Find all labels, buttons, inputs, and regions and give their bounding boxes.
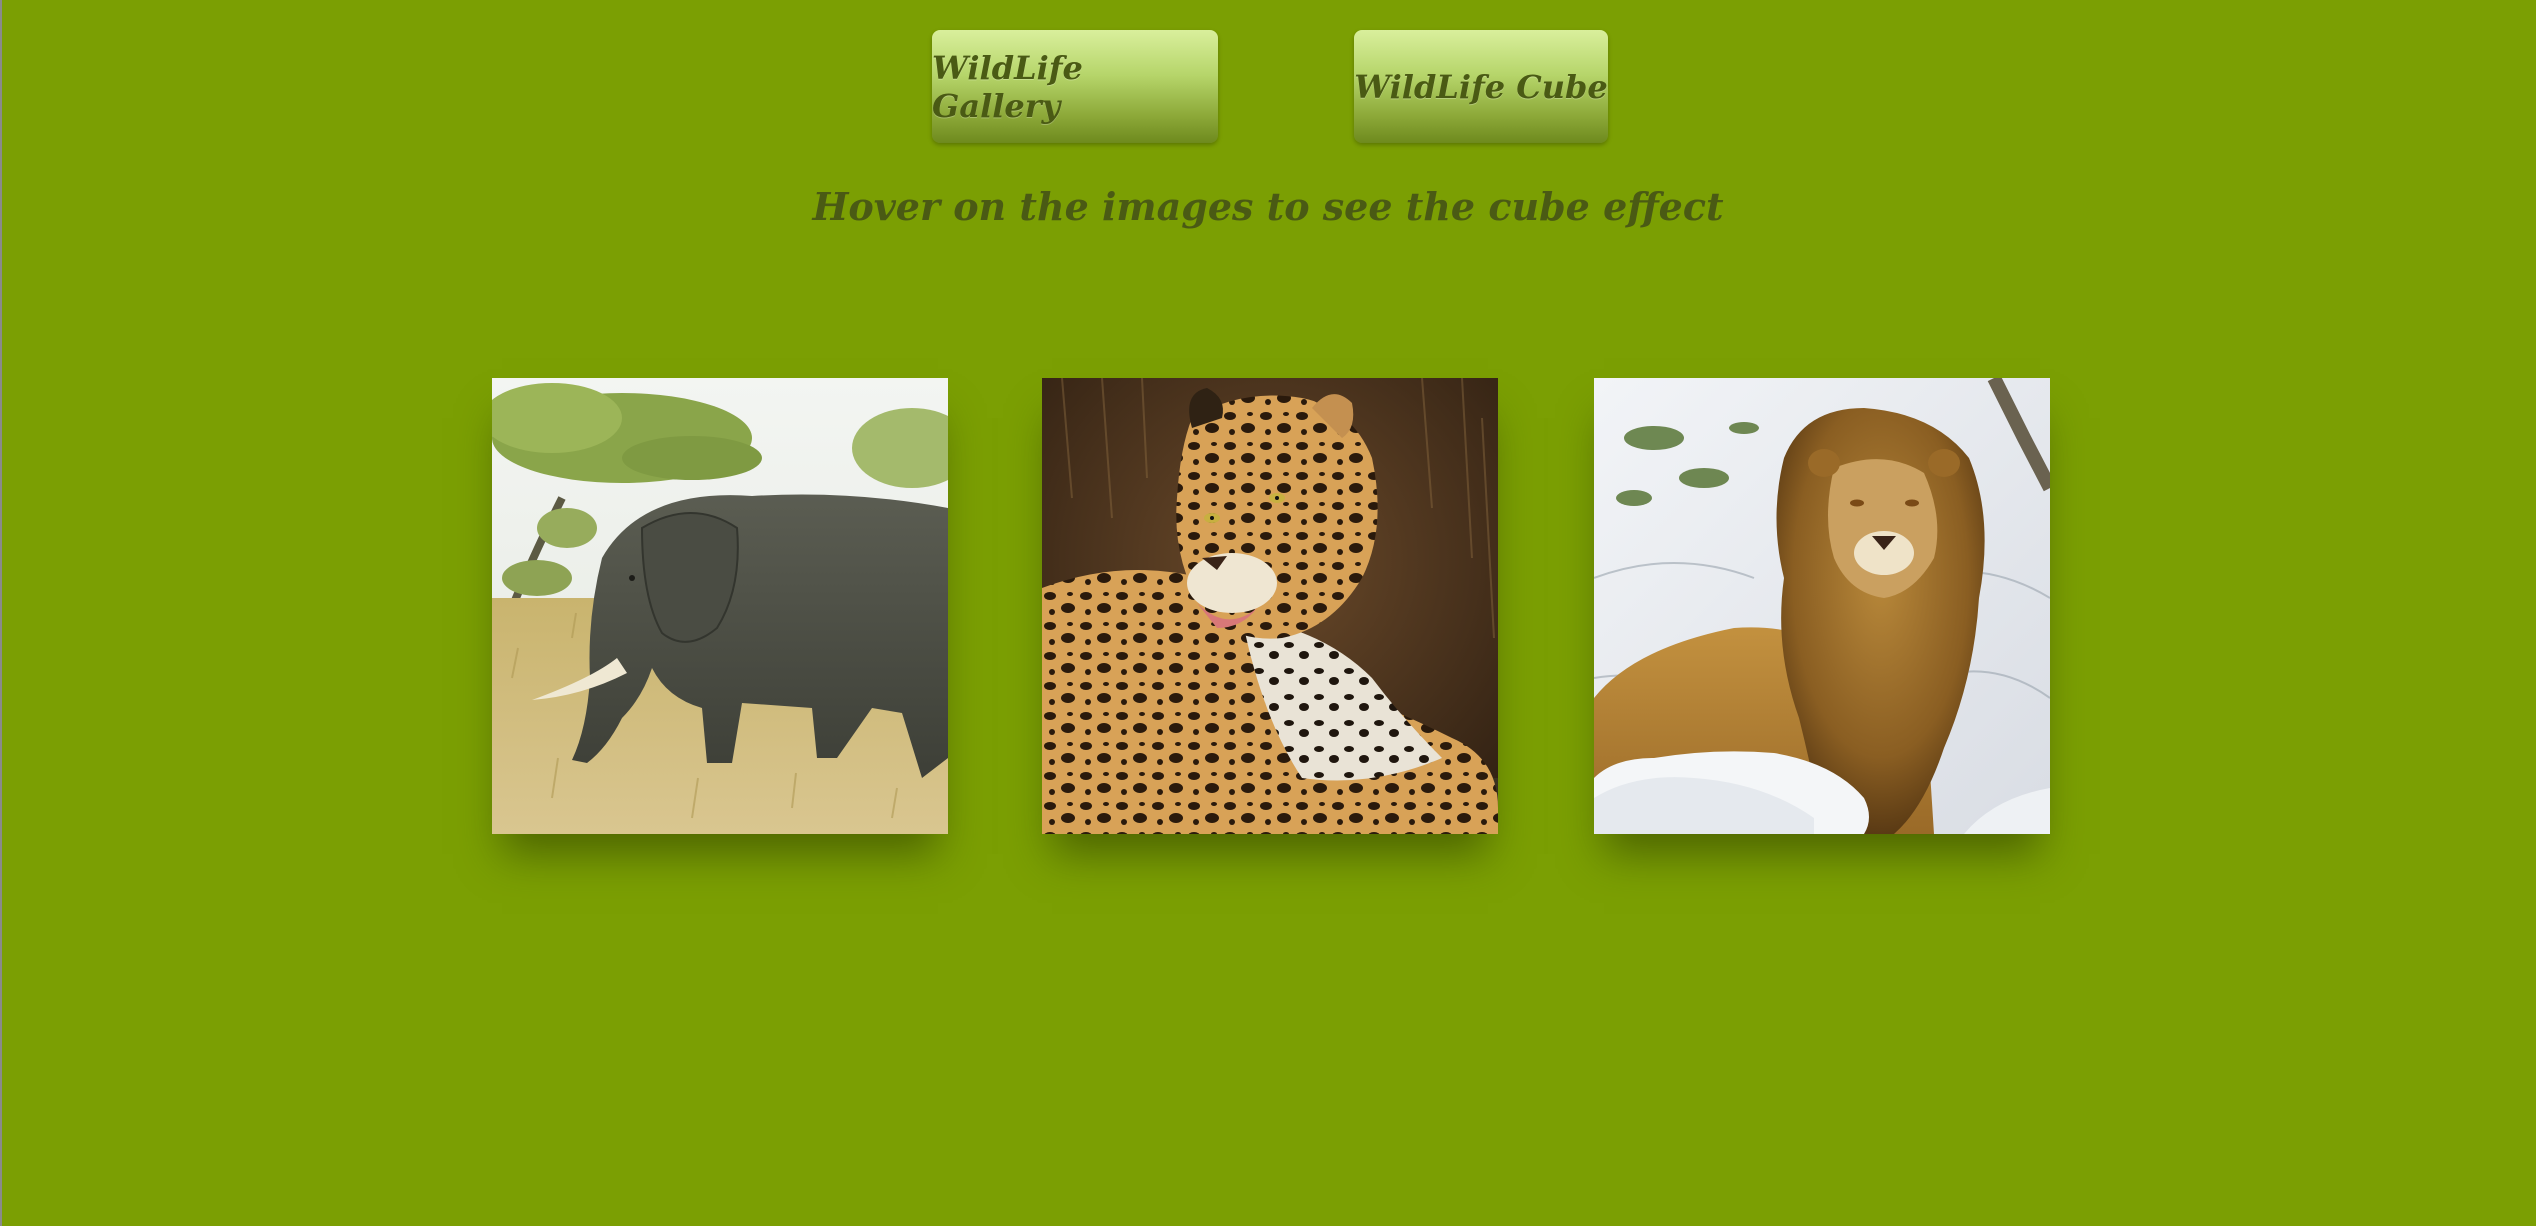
lion-image-card[interactable] <box>1594 378 2050 834</box>
hover-instruction-heading: Hover on the images to see the cube effe… <box>812 184 1724 229</box>
elephant-image-card[interactable] <box>492 378 948 834</box>
elephant-image <box>492 378 948 834</box>
leopard-image <box>1042 378 1498 834</box>
wildlife-gallery-button[interactable]: WildLife Gallery <box>932 30 1218 143</box>
lion-image <box>1594 378 2050 834</box>
leopard-image-card[interactable] <box>1042 378 1498 834</box>
wildlife-cube-button[interactable]: WildLife Cube <box>1354 30 1608 143</box>
